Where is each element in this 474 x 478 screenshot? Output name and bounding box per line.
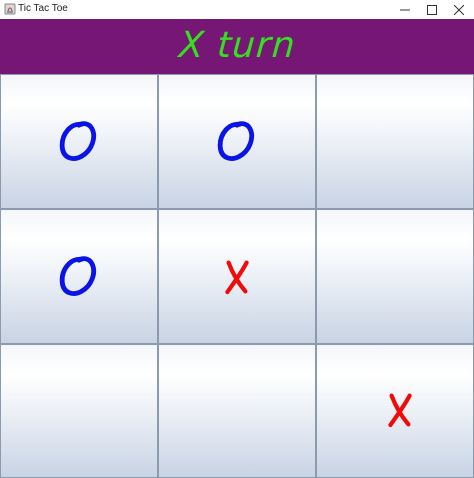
game-board xyxy=(0,74,474,478)
board-cell-r2-c3[interactable] xyxy=(316,209,474,344)
turn-status-text: X turn xyxy=(177,24,297,66)
window-title: Tic Tac Toe xyxy=(18,3,68,14)
java-app-icon xyxy=(4,3,16,15)
board-cell-r3-c2[interactable] xyxy=(158,344,316,478)
board-cell-r1-c2[interactable] xyxy=(158,74,316,209)
tic-tac-toe-window: Tic Tac Toe X turn xyxy=(0,0,474,478)
o-mark xyxy=(59,255,97,296)
maximize-button[interactable] xyxy=(417,0,447,19)
board-cell-r2-c2[interactable] xyxy=(158,209,316,344)
o-mark xyxy=(217,120,255,161)
close-button[interactable] xyxy=(444,0,474,19)
board-cell-r3-c3[interactable] xyxy=(316,344,474,478)
board-cell-r3-c1[interactable] xyxy=(0,344,158,478)
turn-status-banner: X turn xyxy=(0,19,474,74)
minimize-icon xyxy=(400,9,410,10)
board-cell-r1-c3[interactable] xyxy=(316,74,474,209)
x-mark xyxy=(225,260,249,294)
minimize-button[interactable] xyxy=(390,0,420,19)
x-mark xyxy=(388,393,412,428)
title-bar[interactable]: Tic Tac Toe xyxy=(0,0,474,19)
o-mark xyxy=(59,120,97,161)
maximize-icon xyxy=(427,4,437,15)
close-icon xyxy=(454,4,464,15)
board-cell-r2-c1[interactable] xyxy=(0,209,158,344)
board-cell-r1-c1[interactable] xyxy=(0,74,158,209)
